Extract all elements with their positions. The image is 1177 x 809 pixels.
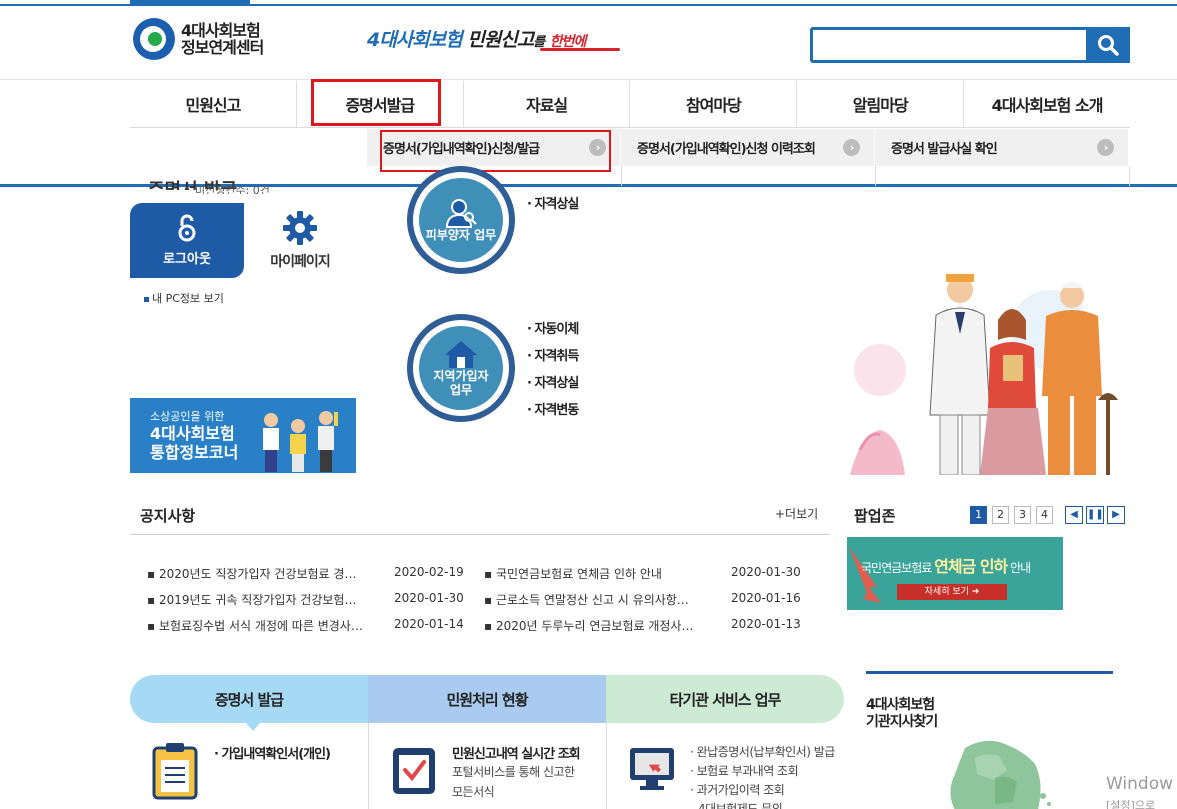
regional-item-loss[interactable]: · 자격상실	[527, 372, 579, 391]
pause-icon[interactable]: ❚❚	[1086, 506, 1104, 524]
people-illustration-icon	[263, 411, 338, 472]
notice-date: 2020-01-14	[394, 617, 464, 631]
submenu-highlight-box	[380, 130, 611, 172]
popup-banner[interactable]: 국민연금보험료 연체금 인하 안내 자세히 보기 ➜	[847, 537, 1063, 610]
monitor-icon	[630, 748, 674, 790]
other-item-premium[interactable]: · 보험료 부과내역 조회	[690, 762, 799, 779]
clipboard-icon	[152, 743, 198, 800]
main-nav: 민원신고 증명서발급 자료실 참여마당 알림마당 4대사회보험 소개	[130, 81, 1130, 128]
popup-page-3[interactable]: 3	[1014, 506, 1031, 524]
search-button[interactable]	[1086, 27, 1130, 63]
logo-mark-icon	[133, 18, 175, 60]
nav-item-about[interactable]: 4대사회보험 소개	[964, 81, 1130, 127]
notice-date: 2020-01-30	[394, 591, 464, 605]
windows-watermark: Window	[1106, 774, 1174, 794]
windows-watermark-sub: [설정]으로	[1106, 799, 1156, 809]
notice-item[interactable]: ▪ 보험료징수법 서식 개정에 따른 변경사…	[147, 617, 363, 634]
person-search-icon	[445, 199, 477, 228]
notice-date: 2020-02-19	[394, 565, 464, 579]
unread-count: 미신청건수: 0건	[195, 184, 270, 194]
regional-service-circle[interactable]: 지역가입자 업무	[407, 314, 515, 422]
nav-item-notice[interactable]: 알림마당	[797, 81, 965, 127]
korea-map-icon[interactable]	[935, 738, 1055, 809]
nav-item-archive[interactable]: 자료실	[464, 81, 631, 127]
notice-item[interactable]: ▪ 2020년 두루누리 연금보험료 개정사…	[484, 617, 693, 634]
notice-more-link[interactable]: +더보기	[775, 505, 818, 522]
notice-date: 2020-01-16	[731, 591, 801, 605]
checklist-icon	[393, 748, 435, 794]
branch-finder-title[interactable]: 4대사회보험 기관지사찾기	[866, 697, 938, 731]
service-tabs: 증명서 발급 민원처리 현황 타기관 서비스 업무	[130, 675, 844, 723]
notice-item[interactable]: ▪ 국민연금보험료 연체금 인하 안내	[484, 565, 662, 582]
lock-open-icon	[178, 214, 196, 242]
search-icon	[1098, 35, 1119, 56]
regional-item-autopay[interactable]: · 자동이체	[527, 318, 579, 337]
popup-page-1[interactable]: 1	[970, 506, 987, 524]
popup-pager: 1 2 3 4	[970, 506, 1053, 524]
chevron-right-icon: ›	[1097, 139, 1114, 156]
search-box	[810, 27, 1130, 63]
popup-zone-title: 팝업존	[854, 507, 896, 525]
dependent-item-loss[interactable]: · 자격상실	[527, 193, 579, 212]
other-item-payment-cert[interactable]: · 완납증명서(납부확인서) 발급	[690, 743, 835, 760]
nav-item-participation[interactable]: 참여마당	[630, 81, 798, 127]
slogan-underline	[540, 48, 620, 51]
chevron-right-icon: ›	[843, 139, 860, 156]
prev-icon[interactable]: ◀	[1065, 506, 1083, 524]
logout-button[interactable]: 로그아웃	[130, 203, 244, 278]
realtime-lookup-sub2: 모든서식	[452, 785, 495, 799]
search-input[interactable]	[815, 32, 1083, 58]
tab-certificate[interactable]: 증명서 발급	[130, 675, 368, 723]
mypage-button[interactable]: 마이페이지	[244, 203, 356, 278]
notice-item[interactable]: ▪ 근로소득 연말정산 신고 시 유의사항…	[484, 591, 689, 608]
notice-item[interactable]: ▪ 2019년도 귀속 직장가입자 건강보험…	[147, 591, 356, 608]
logo-line2: 정보연계센터	[181, 38, 264, 57]
tab-other-agency[interactable]: 타기관 서비스 업무	[606, 675, 844, 723]
pc-info-link[interactable]: 내 PC정보 보기	[144, 290, 224, 306]
submenu-item-verify[interactable]: 증명서 발급사실 확인 ›	[875, 129, 1129, 166]
dependent-service-circle[interactable]: 피부양자 업무	[407, 166, 515, 274]
tab-status[interactable]: 민원처리 현황	[368, 675, 606, 723]
cert-item-personal[interactable]: · 가입내역확인서(개인)	[214, 743, 331, 762]
gear-icon	[283, 211, 317, 245]
regional-item-change[interactable]: · 자격변동	[527, 399, 579, 418]
workers-illustration	[850, 274, 1118, 475]
logo-line1: 4대사회보험	[181, 21, 261, 40]
notice-item[interactable]: ▪ 2020년도 직장가입자 건강보험료 경…	[147, 565, 356, 582]
notice-date: 2020-01-13	[731, 617, 801, 631]
notice-title: 공지사항	[140, 507, 196, 525]
site-logo[interactable]: 4대사회보험 정보연계센터	[133, 18, 264, 60]
other-item-history[interactable]: · 과거가입이력 조회	[690, 781, 785, 798]
next-icon[interactable]: ▶	[1107, 506, 1125, 524]
nav-highlight-box	[311, 79, 441, 126]
nav-item-complaint[interactable]: 민원신고	[130, 81, 297, 127]
popup-page-4[interactable]: 4	[1036, 506, 1053, 524]
realtime-lookup-title[interactable]: 민원신고내역 실시간 조회	[452, 743, 581, 762]
other-item-inquiry[interactable]: 4대보험제도 문의	[698, 800, 782, 809]
popup-page-2[interactable]: 2	[992, 506, 1009, 524]
popup-detail-button[interactable]: 자세히 보기 ➜	[897, 584, 1007, 600]
submenu-item-history[interactable]: 증명서(가입내역확인)신청 이력조회 ›	[621, 129, 875, 166]
realtime-lookup-sub1: 포털서비스를 통해 신고한	[452, 765, 575, 779]
regional-item-acquire[interactable]: · 자격취득	[527, 345, 579, 364]
notice-date: 2020-01-30	[731, 565, 801, 579]
house-icon	[445, 341, 477, 368]
small-business-banner[interactable]: 소상공인을 위한 4대사회보험 통합정보코너	[130, 398, 356, 473]
bullet-icon	[144, 296, 149, 302]
popup-controls: ◀ ❚❚ ▶	[1065, 506, 1125, 524]
